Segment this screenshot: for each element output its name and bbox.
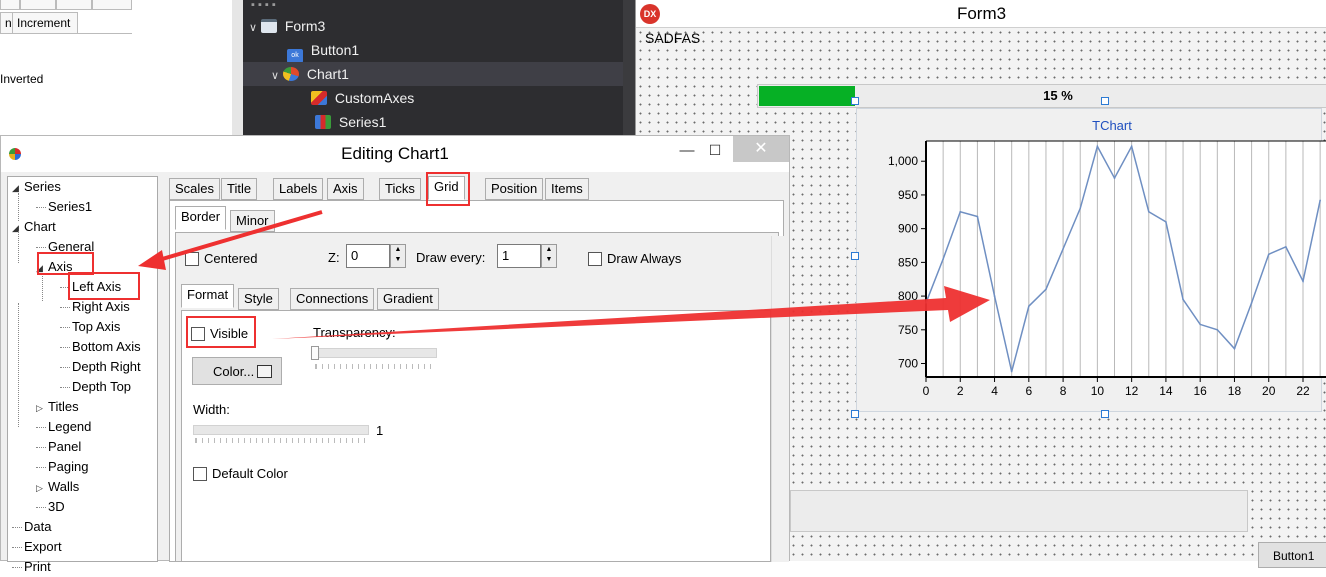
- arrow-body: [272, 286, 990, 339]
- arrow-head: [138, 250, 166, 270]
- tree-connector: [12, 567, 22, 569]
- tree-node-label: Print: [24, 559, 51, 574]
- arrow-line: [151, 210, 323, 264]
- annotation-arrows: [138, 210, 990, 339]
